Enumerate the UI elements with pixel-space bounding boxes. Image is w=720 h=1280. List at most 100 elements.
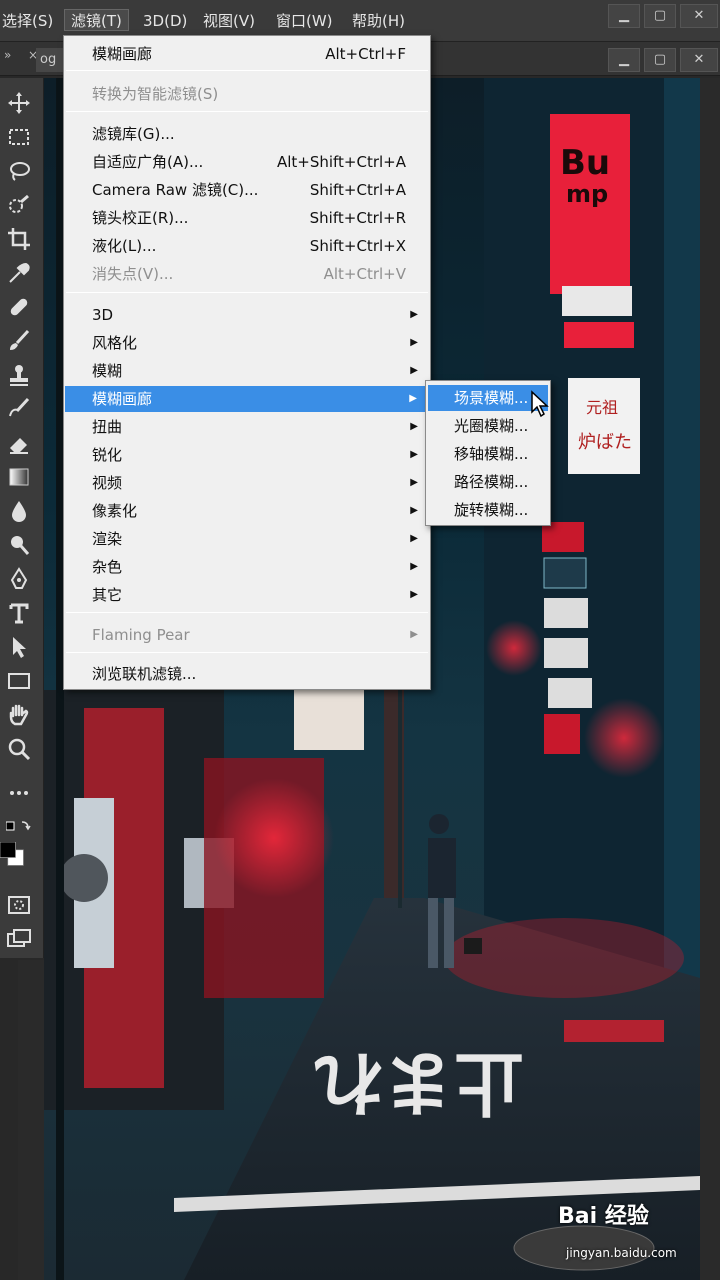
eyedropper-icon[interactable]	[6, 260, 32, 286]
menu-item-label: 模糊画廊	[92, 45, 153, 63]
menu-item-other[interactable]: 其它 ▶	[64, 582, 430, 608]
type-icon[interactable]	[6, 600, 32, 626]
quick-mask-icon[interactable]	[6, 892, 32, 918]
swap-colors-icon[interactable]	[5, 816, 32, 842]
dodge-icon[interactable]	[6, 532, 32, 558]
menu-item-noise[interactable]: 杂色 ▶	[64, 554, 430, 580]
submenu-arrow-icon: ▶	[410, 309, 418, 320]
sign-text-2: 炉ばた	[578, 432, 632, 453]
menu-item-sharpen[interactable]: 锐化 ▶	[64, 442, 430, 468]
submenu-arrow-icon: ▶	[410, 533, 418, 544]
menu-view[interactable]: 视图(V)	[203, 10, 255, 32]
menu-item-shortcut: Alt+Shift+Ctrl+A	[276, 153, 406, 171]
restore-icon: ▢	[653, 8, 667, 23]
submenu-arrow-icon: ▶	[410, 421, 418, 432]
stamp-icon[interactable]	[6, 362, 32, 388]
lasso-icon[interactable]	[6, 158, 32, 184]
menu-item-adaptive-wide-angle[interactable]: 自适应广角(A)... Alt+Shift+Ctrl+A	[64, 149, 430, 175]
move-icon[interactable]	[6, 90, 32, 116]
minimize-icon: ▁	[619, 8, 629, 23]
menu-item-filter-gallery[interactable]: 滤镜库(G)...	[64, 121, 430, 147]
watermark-url: jingyan.baidu.com	[566, 1246, 677, 1260]
svg-text:Bu: Bu	[560, 143, 610, 183]
menu-3d[interactable]: 3D(D)	[143, 10, 187, 32]
menu-item-flaming-pear: Flaming Pear ▶	[64, 622, 430, 648]
gradient-icon[interactable]	[6, 464, 32, 490]
submenu-item-spin-blur[interactable]: 旋转模糊...	[428, 497, 548, 523]
submenu-arrow-icon: ▶	[410, 365, 418, 376]
zoom-icon[interactable]	[6, 736, 32, 762]
submenu-item-path-blur[interactable]: 路径模糊...	[428, 469, 548, 495]
menu-select[interactable]: 选择(S)	[2, 10, 53, 32]
menu-item-label: 自适应广角(A)...	[92, 153, 204, 171]
menu-separator	[66, 612, 428, 613]
menu-item-stylize[interactable]: 风格化 ▶	[64, 330, 430, 356]
document-tab[interactable]: og	[36, 48, 66, 72]
brush-icon[interactable]	[6, 328, 32, 354]
more-icon[interactable]	[6, 780, 32, 806]
menu-item-label: 渲染	[92, 530, 123, 548]
blur-drop-icon[interactable]	[6, 498, 32, 524]
mouse-cursor-icon	[531, 390, 549, 418]
path-select-icon[interactable]	[6, 634, 32, 660]
menu-help[interactable]: 帮助(H)	[352, 10, 405, 32]
pen-icon[interactable]	[6, 566, 32, 592]
menu-filter[interactable]: 滤镜(T)	[64, 9, 129, 31]
close-icon: ✕	[693, 52, 705, 67]
menu-item-liquify[interactable]: 液化(L)... Shift+Ctrl+X	[64, 233, 430, 259]
menu-item-label: 模糊画廊	[92, 390, 153, 408]
screen-mode-icon[interactable]	[6, 926, 32, 952]
menu-item-label: 锐化	[92, 446, 123, 464]
baidu-jingyan-logo: Bai 经验	[558, 1204, 649, 1229]
collapse-panel-icon[interactable]: »	[4, 48, 11, 62]
menu-separator	[66, 111, 428, 112]
menu-item-label: 滤镜库(G)...	[92, 125, 175, 143]
foreground-color[interactable]	[0, 841, 26, 868]
quick-select-icon[interactable]	[6, 192, 32, 218]
history-brush-icon[interactable]	[6, 396, 32, 422]
menu-item-shortcut: Alt+Ctrl+V	[323, 265, 406, 283]
crop-icon[interactable]	[6, 226, 32, 252]
submenu-arrow-icon: ▶	[410, 477, 418, 488]
menu-item-label: 扭曲	[92, 418, 123, 436]
menu-separator	[66, 292, 428, 293]
menu-item-camera-raw[interactable]: Camera Raw 滤镜(C)... Shift+Ctrl+A	[64, 177, 430, 203]
rectangle-icon[interactable]	[6, 668, 32, 694]
menu-item-video[interactable]: 视频 ▶	[64, 470, 430, 496]
menu-item-blur[interactable]: 模糊 ▶	[64, 358, 430, 384]
minimize-button[interactable]: ▁	[608, 4, 640, 28]
road-marking: 止まれ	[314, 1041, 524, 1123]
menu-separator	[66, 70, 428, 71]
menu-window[interactable]: 窗口(W)	[276, 10, 333, 32]
doc-close-button[interactable]: ✕	[680, 48, 718, 72]
close-icon: ✕	[693, 8, 705, 23]
menu-item-label: 风格化	[92, 334, 138, 352]
healing-icon[interactable]	[6, 294, 32, 320]
menu-item-pixelate[interactable]: 像素化 ▶	[64, 498, 430, 524]
menu-item-lens-correction[interactable]: 镜头校正(R)... Shift+Ctrl+R	[64, 205, 430, 231]
menu-item-3d[interactable]: 3D ▶	[64, 302, 430, 328]
filter-menu: 模糊画廊 Alt+Ctrl+F 转换为智能滤镜(S) 滤镜库(G)... 自适应…	[63, 35, 431, 690]
hand-icon[interactable]	[6, 702, 32, 728]
doc-restore-button[interactable]: ▢	[644, 48, 676, 72]
menu-item-render[interactable]: 渲染 ▶	[64, 526, 430, 552]
tools-panel	[0, 78, 44, 958]
marquee-icon[interactable]	[6, 124, 32, 150]
submenu-arrow-icon: ▶	[410, 561, 418, 572]
submenu-item-tilt-shift[interactable]: 移轴模糊...	[428, 441, 548, 467]
menu-item-label: 视频	[92, 474, 123, 492]
svg-text:mp: mp	[566, 180, 608, 208]
menu-item-label: 镜头校正(R)...	[92, 209, 189, 227]
menu-item-last-filter[interactable]: 模糊画廊 Alt+Ctrl+F	[64, 41, 430, 67]
menu-item-label: 消失点(V)...	[92, 265, 174, 283]
close-button[interactable]: ✕	[680, 4, 718, 28]
submenu-arrow-icon: ▶	[410, 505, 418, 516]
menu-item-browse-online-filters[interactable]: 浏览联机滤镜...	[64, 661, 430, 687]
eraser-icon[interactable]	[6, 430, 32, 456]
menu-item-distort[interactable]: 扭曲 ▶	[64, 414, 430, 440]
submenu-arrow-icon: ▶	[409, 393, 417, 404]
restore-icon: ▢	[653, 52, 667, 67]
restore-button[interactable]: ▢	[644, 4, 676, 28]
menu-item-blur-gallery[interactable]: 模糊画廊 ▶	[65, 386, 429, 412]
doc-minimize-button[interactable]: ▁	[608, 48, 640, 72]
